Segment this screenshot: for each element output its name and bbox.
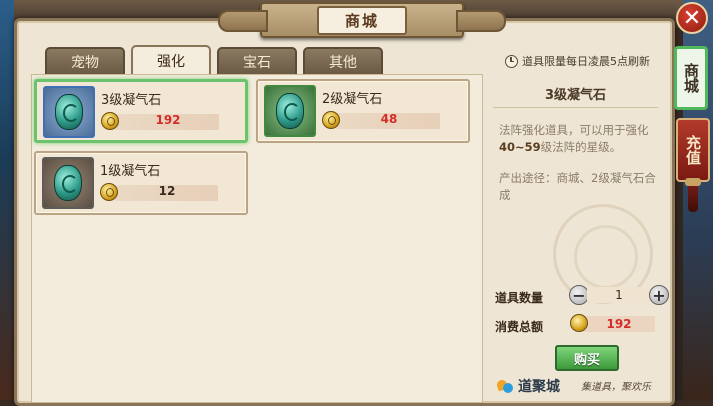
refresh-notice-text: 道具限量每日凌晨5点刷新: [522, 55, 650, 68]
green-gem-icon: [55, 94, 83, 130]
background-scene-left: [0, 0, 14, 400]
quantity-increase-button[interactable]: +: [649, 285, 669, 305]
brand-name: 道聚城: [518, 379, 560, 395]
total-label: 消费总额: [495, 320, 544, 334]
gold-coin-icon: [100, 183, 118, 201]
item-icon-frame: [42, 157, 94, 209]
refresh-notice: 道具限量每日凌晨5点刷新: [505, 53, 650, 69]
item-price: 192: [155, 113, 181, 127]
close-icon: ✕: [682, 5, 702, 31]
detail-description: 法阵强化道具，可以用于强化40~59级法阵的星级。: [499, 123, 649, 154]
item-name: 1级凝气石: [100, 164, 161, 179]
brand-logo-icon: [497, 378, 515, 394]
item-price: 12: [158, 184, 176, 198]
gold-coin-icon: [570, 314, 588, 332]
item-name: 2级凝气石: [322, 92, 383, 107]
tab-enhance[interactable]: 强化: [131, 45, 211, 74]
green-gem-icon: [276, 93, 304, 129]
quantity-field[interactable]: 1: [587, 287, 651, 303]
tab-other[interactable]: 其他: [303, 47, 383, 74]
item-list: 3级凝气石 192 2级凝气石 48 1级凝气石 12: [31, 74, 483, 403]
item-card-level3[interactable]: 3级凝气石 192: [34, 79, 248, 143]
side-tab-shop-label: 商城: [682, 63, 700, 93]
side-tab-recharge-label: 充值: [684, 135, 702, 165]
tab-pets[interactable]: 宠物: [45, 47, 125, 74]
item-price: 48: [380, 112, 398, 126]
level-range: 40~59: [499, 140, 541, 154]
gold-coin-icon: [101, 112, 119, 130]
category-tabs: 宠物 强化 宝石 其他: [45, 45, 383, 74]
item-icon-frame: [43, 86, 95, 138]
detail-title: 3级凝气石: [544, 88, 607, 103]
item-name: 3级凝气石: [101, 93, 162, 108]
quantity-decrease-button[interactable]: −: [569, 285, 589, 305]
detail-source: 产出途径：商城、2级凝气石合成: [499, 171, 656, 202]
window-title-plaque: 商城: [218, 2, 506, 38]
brand-slogan: 集道具，聚欢乐: [581, 382, 651, 393]
close-button[interactable]: ✕: [676, 2, 708, 34]
brand-watermark: 道聚城: [497, 376, 560, 396]
tab-gems[interactable]: 宝石: [217, 47, 297, 74]
green-gem-icon: [54, 165, 82, 201]
item-card-level2[interactable]: 2级凝气石 48: [256, 79, 470, 143]
tassel-ornament: [685, 178, 701, 212]
detail-divider: [493, 107, 658, 108]
item-detail-panel: 3级凝气石 法阵强化道具，可以用于强化40~59级法阵的星级。 产出途径：商城、…: [483, 74, 669, 401]
window-title: 商城: [316, 5, 407, 35]
quantity-label: 道具数量: [495, 291, 544, 305]
item-icon-frame: [264, 85, 316, 137]
side-tab-shop[interactable]: 商城: [674, 46, 708, 110]
buy-button[interactable]: 购买: [555, 345, 619, 371]
side-tab-recharge[interactable]: 充值: [676, 118, 710, 182]
shop-window: 宠物 强化 宝石 其他 道具限量每日凌晨5点刷新 3级凝气石 192 2级凝气石…: [14, 18, 675, 406]
item-card-level1[interactable]: 1级凝气石 12: [34, 151, 248, 215]
total-value: 192: [606, 317, 632, 331]
gold-coin-icon: [322, 111, 340, 129]
clock-icon: [505, 54, 518, 68]
